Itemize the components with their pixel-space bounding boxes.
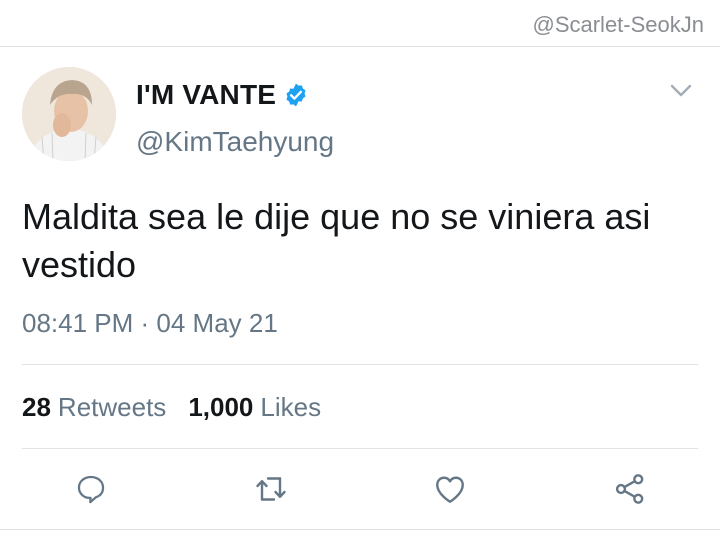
likes-label: Likes — [260, 392, 322, 422]
share-icon — [615, 474, 644, 504]
reply-button[interactable] — [71, 469, 111, 509]
watermark: @Scarlet-SeokJn — [532, 12, 704, 37]
likes-count: 1,000 — [188, 392, 254, 422]
retweets-stat[interactable]: 28 Retweets — [22, 392, 166, 423]
reply-icon — [77, 475, 105, 504]
verified-badge-icon — [283, 82, 309, 108]
divider — [22, 364, 698, 365]
avatar[interactable] — [22, 67, 116, 161]
divider — [22, 448, 698, 449]
retweet-button[interactable] — [251, 469, 291, 509]
handle[interactable]: @KimTaehyung — [136, 126, 334, 158]
top-divider — [0, 46, 720, 47]
timestamp[interactable]: 08:41 PM · 04 May 21 — [22, 308, 278, 339]
share-button[interactable] — [610, 469, 650, 509]
author-name-row[interactable]: I'M VANTE — [136, 79, 309, 111]
like-button[interactable] — [430, 469, 470, 509]
avatar-image — [22, 67, 116, 161]
display-name[interactable]: I'M VANTE — [136, 79, 276, 111]
tweet-text: Maldita sea le dije que no se viniera as… — [22, 196, 651, 285]
like-icon — [436, 476, 464, 503]
retweet-icon — [256, 477, 286, 501]
likes-stat[interactable]: 1,000 Likes — [188, 392, 321, 423]
action-bar — [0, 469, 720, 511]
divider — [0, 529, 720, 530]
retweets-count: 28 — [22, 392, 51, 422]
retweets-label: Retweets — [57, 392, 167, 422]
chevron-down-icon[interactable] — [670, 84, 692, 98]
engagement-stats: 28 Retweets 1,000 Likes — [22, 392, 321, 423]
